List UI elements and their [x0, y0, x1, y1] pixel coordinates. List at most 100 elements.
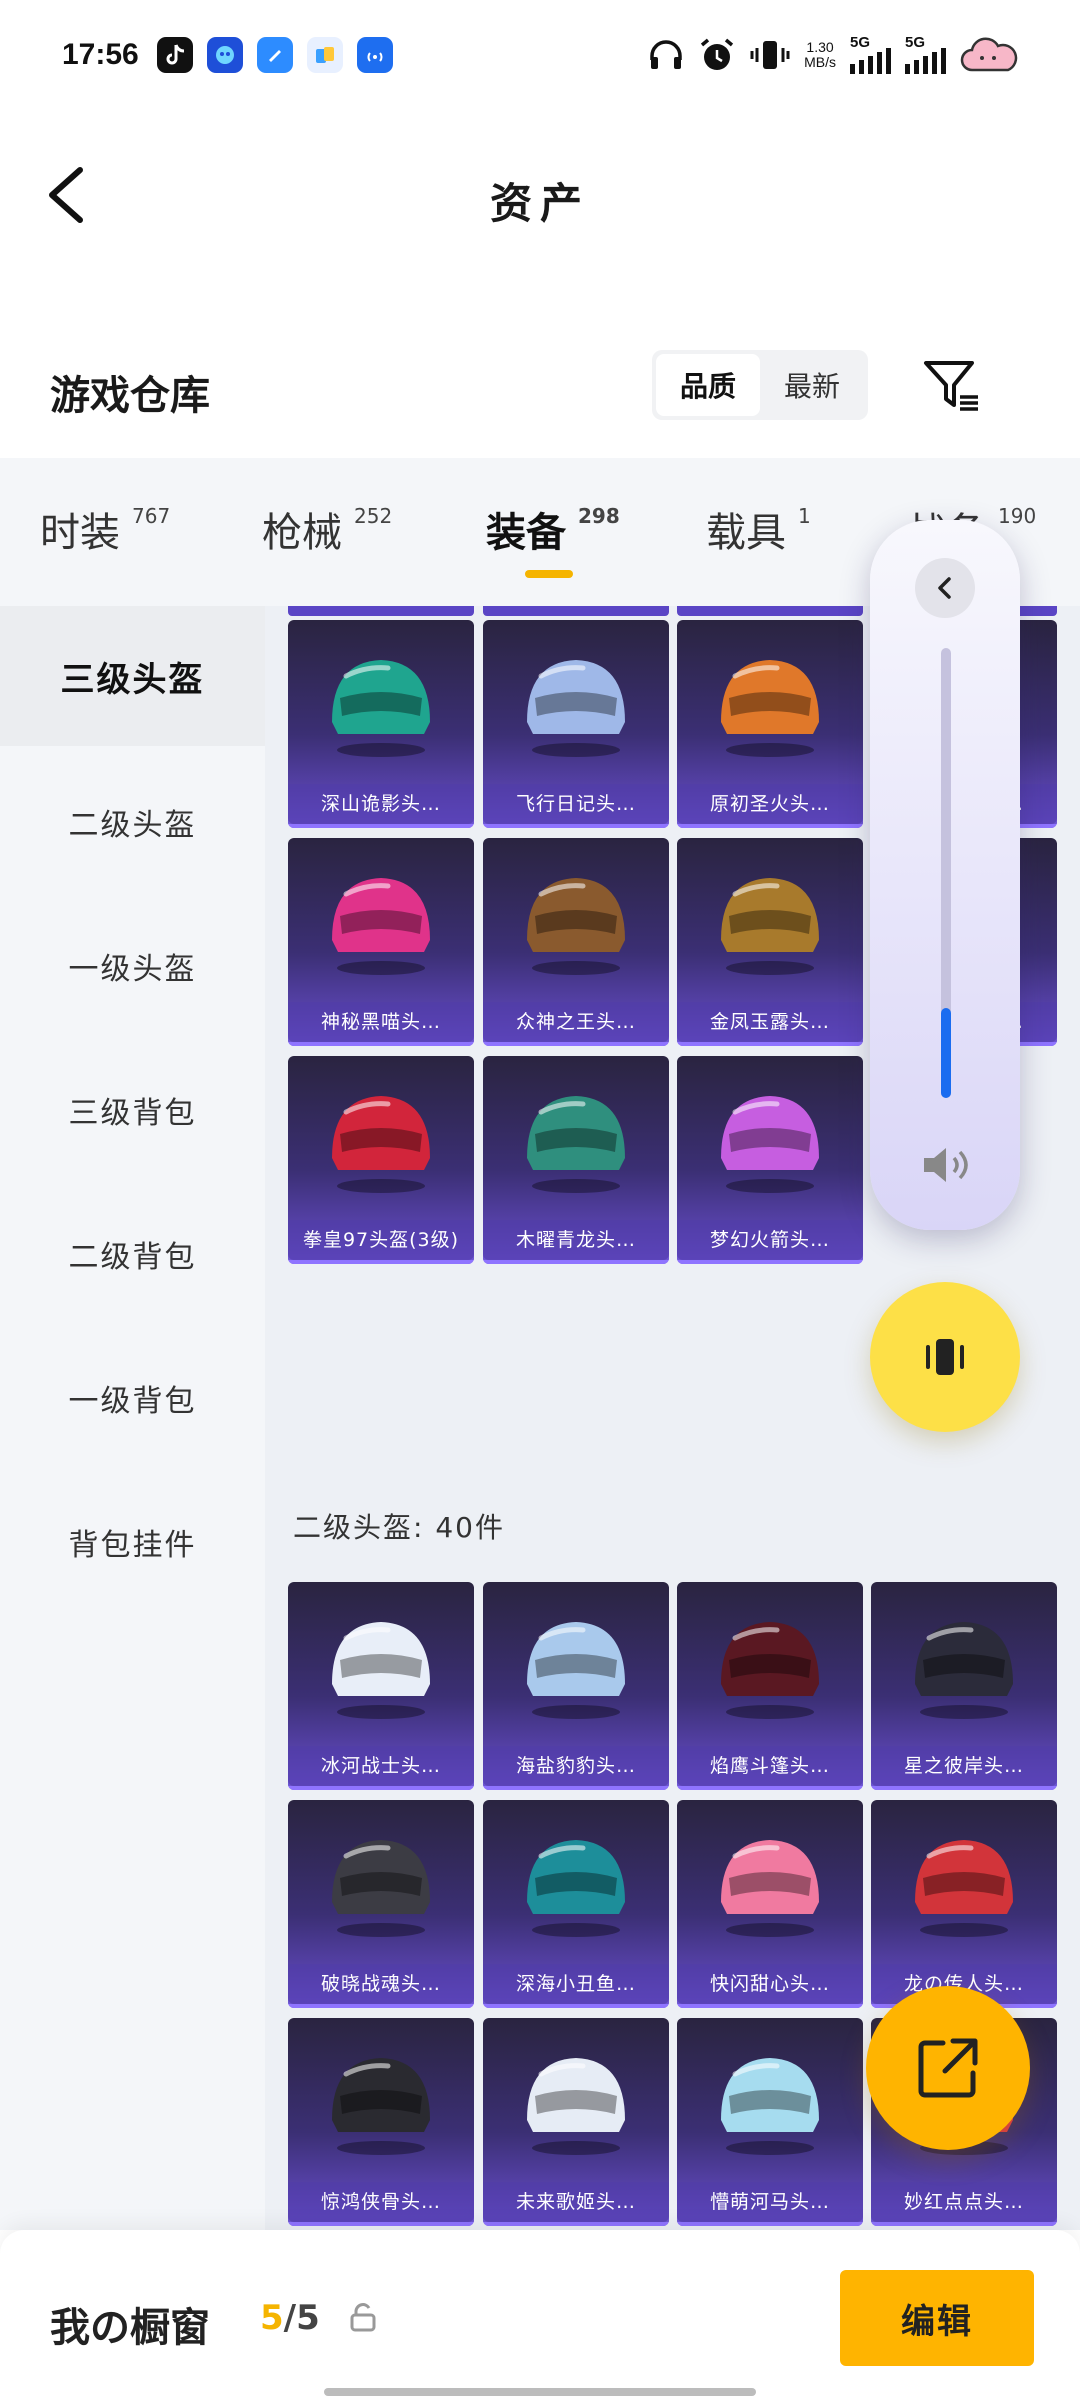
helmet-name: 快闪甜心头… — [677, 1964, 863, 2004]
helmet-name: 懵萌河马头… — [677, 2182, 863, 2222]
helmet-name: 飞行日记头… — [483, 784, 669, 824]
sort-by-newest[interactable]: 最新 — [760, 354, 864, 416]
showcase-count: 5/5 — [260, 2298, 320, 2338]
helmet-icon — [527, 878, 625, 975]
helmet-card[interactable]: 海盐豹豹头… — [483, 1582, 669, 1790]
helmet-icon — [527, 1622, 625, 1719]
helmet-card[interactable]: 众神之王头… — [483, 838, 669, 1046]
showcase-bar: 我の橱窗 5/5 编辑 — [0, 2230, 1080, 2400]
helmet-icon — [721, 1096, 819, 1193]
helmet-card[interactable]: 未来歌姬头… — [483, 2018, 669, 2226]
helmet-icon — [527, 660, 625, 757]
helmet-icon — [332, 2058, 430, 2155]
title-bar: 资产 — [0, 130, 1080, 270]
helmet-name: 海盐豹豹头… — [483, 1746, 669, 1786]
alarm-icon — [700, 38, 734, 70]
helmet-card[interactable]: 飞行日记头… — [483, 620, 669, 828]
lock-icon[interactable] — [350, 2302, 376, 2332]
sidebar-item-level3-helmet[interactable]: 三级头盔 — [0, 606, 265, 746]
status-time: 17:56 — [62, 38, 139, 71]
previous-row-edge — [288, 606, 474, 616]
group-label-level2: 二级头盔: 40件 — [293, 1511, 505, 1544]
helmet-card[interactable]: 深海小丑鱼… — [483, 1800, 669, 2008]
helmet-icon — [332, 1622, 430, 1719]
sidebar-item-level2-helmet[interactable]: 二级头盔 — [0, 752, 265, 892]
headphones-icon — [650, 40, 682, 69]
volume-collapse-button[interactable] — [915, 558, 975, 618]
previous-row-edge — [677, 606, 863, 616]
helmet-card[interactable]: 木曜青龙头… — [483, 1056, 669, 1264]
sidebar-item-backpack-charm[interactable]: 背包挂件 — [0, 1472, 265, 1612]
net-speed: 1.30 MB/s — [804, 39, 836, 70]
helmet-icon — [527, 1840, 625, 1937]
tiktok-icon — [156, 37, 193, 73]
helmet-card[interactable]: 冰河战士头… — [288, 1582, 474, 1790]
helmet-name: 深山诡影头… — [288, 784, 474, 824]
broadcast-app-icon — [356, 37, 393, 73]
tab-guns[interactable]: 枪械 252 — [262, 500, 392, 558]
helmet-name: 惊鸿侠骨头… — [288, 2182, 474, 2222]
helmet-icon — [527, 2058, 625, 2155]
helmet-icon — [332, 878, 430, 975]
share-external-icon — [918, 2038, 978, 2098]
helmet-name: 未来歌姬头… — [483, 2182, 669, 2222]
vibrate-mode-button[interactable] — [870, 1282, 1020, 1432]
chevron-left-icon — [938, 577, 951, 599]
share-button[interactable] — [866, 1986, 1030, 2150]
files-app-icon — [306, 37, 343, 73]
helmet-card[interactable]: 拳皇97头盔(3级) — [288, 1056, 474, 1264]
volume-slider[interactable] — [941, 648, 951, 1098]
helmet-card[interactable]: 快闪甜心头… — [677, 1800, 863, 2008]
helmet-icon — [332, 660, 430, 757]
sort-by-quality[interactable]: 品质 — [656, 354, 760, 416]
sort-toggle: 品质 最新 — [652, 350, 868, 420]
helmet-name: 金凤玉露头… — [677, 1002, 863, 1042]
filter-button[interactable] — [920, 353, 984, 417]
speaker-icon — [924, 1148, 968, 1182]
signal-2: 5G — [905, 34, 946, 74]
vibrate-icon — [926, 1339, 964, 1375]
helmet-name: 深海小丑鱼… — [483, 1964, 669, 2004]
sidebar-item-level3-backpack[interactable]: 三级背包 — [0, 1040, 265, 1180]
helmet-card[interactable]: 神秘黑喵头… — [288, 838, 474, 1046]
showcase-label: 我の橱窗 — [50, 2305, 210, 2351]
helmet-card[interactable]: 深山诡影头… — [288, 620, 474, 828]
tab-vehicles[interactable]: 载具 1 — [706, 500, 811, 558]
helmet-name: 焰鹰斗篷头… — [677, 1746, 863, 1786]
helmet-card[interactable]: 惊鸿侠骨头… — [288, 2018, 474, 2226]
edit-button[interactable]: 编辑 — [840, 2270, 1034, 2366]
tab-equipment[interactable]: 装备 298 — [486, 500, 620, 558]
helmet-name: 冰河战士头… — [288, 1746, 474, 1786]
active-tab-indicator — [525, 570, 573, 578]
signal-1: 5G — [850, 34, 891, 74]
helmet-icon — [721, 660, 819, 757]
helmet-name: 星之彼岸头… — [871, 1746, 1057, 1786]
sidebar-item-level1-backpack[interactable]: 一级背包 — [0, 1328, 265, 1468]
helmet-name: 拳皇97头盔(3级) — [288, 1220, 474, 1260]
helmet-name: 众神之王头… — [483, 1002, 669, 1042]
tab-fashion[interactable]: 时装 767 — [40, 500, 170, 558]
helmet-name: 妙红点点头… — [871, 2182, 1057, 2222]
helmet-card[interactable]: 懵萌河马头… — [677, 2018, 863, 2226]
notes-app-icon — [256, 37, 293, 73]
helmet-icon — [721, 1622, 819, 1719]
helmet-name: 神秘黑喵头… — [288, 1002, 474, 1042]
sidebar-item-level1-helmet[interactable]: 一级头盔 — [0, 896, 265, 1036]
helmet-card[interactable]: 焰鹰斗篷头… — [677, 1582, 863, 1790]
section-title: 游戏仓库 — [50, 373, 210, 419]
helmet-card[interactable]: 梦幻火箭头… — [677, 1056, 863, 1264]
home-indicator — [324, 2388, 756, 2396]
helmet-name: 原初圣火头… — [677, 784, 863, 824]
filter-icon — [924, 361, 978, 411]
helmet-icon — [915, 1840, 1013, 1937]
sidebar-item-level2-backpack[interactable]: 二级背包 — [0, 1184, 265, 1324]
helmet-card[interactable]: 破晓战魂头… — [288, 1800, 474, 2008]
helmet-card[interactable]: 金凤玉露头… — [677, 838, 863, 1046]
helmet-card[interactable]: 原初圣火头… — [677, 620, 863, 828]
notification-icons — [156, 37, 393, 73]
helmet-icon — [721, 2058, 819, 2155]
helmet-icon — [332, 1840, 430, 1937]
helmet-card[interactable]: 龙の传人头… — [871, 1800, 1057, 2008]
helmet-card[interactable]: 星之彼岸头… — [871, 1582, 1057, 1790]
volume-panel — [870, 520, 1020, 1230]
